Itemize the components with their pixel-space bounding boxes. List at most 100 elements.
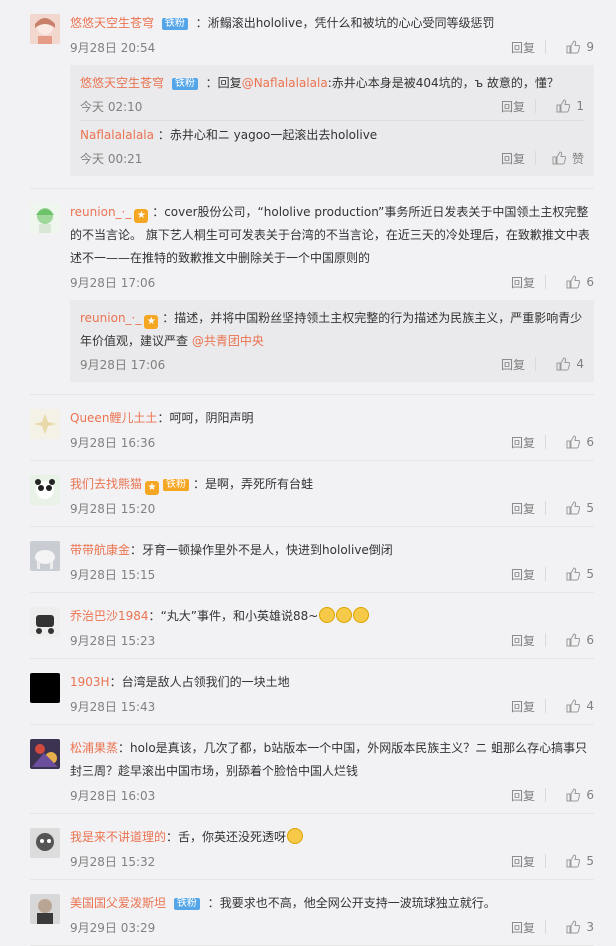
colon: ： (166, 830, 179, 844)
username-link[interactable]: 我们去找熊猫 (70, 477, 142, 491)
reply-button[interactable]: 回复 (511, 787, 535, 804)
username-link[interactable]: 悠悠天空生苍穹 (80, 76, 164, 90)
thumbs-up-icon (566, 275, 581, 289)
username-link[interactable]: Queen鲤儿土土 (70, 411, 157, 425)
comment-text: 淅鳎滚出hololive，凭什么和被坑的心心受同等级惩罚 (207, 16, 495, 30)
comment-meta: 9月28日 20:54 回复 9 (70, 35, 594, 59)
like-button[interactable]: 6 (556, 435, 594, 449)
member-crown-icon: ★ (144, 315, 159, 329)
like-button[interactable]: 6 (556, 275, 594, 289)
mention-link[interactable]: @共青团中央 (192, 334, 264, 348)
timestamp: 9月28日 16:03 (70, 788, 156, 803)
reply-button[interactable]: 回复 (511, 434, 535, 451)
colon: ： (148, 609, 161, 623)
reply-button[interactable]: 回复 (501, 150, 525, 167)
comment-text: cover股份公司，“hololive production”事务所近日发表关于… (70, 205, 590, 265)
divider (545, 633, 546, 647)
username-link[interactable]: 带带航康金 (70, 543, 130, 557)
like-count: 5 (586, 567, 594, 581)
reply-item: Naflalalalala ：赤井心和ニ yagoo一起滚出去hololive … (80, 121, 584, 172)
timestamp: 今天 00:21 (80, 151, 143, 166)
divider (545, 40, 546, 54)
reply-button[interactable]: 回复 (511, 632, 535, 649)
reply-button[interactable]: 回复 (501, 356, 525, 373)
reply-button[interactable]: 回复 (511, 566, 535, 583)
avatar[interactable] (30, 673, 60, 703)
thumbs-up-icon (556, 357, 571, 371)
reply-button[interactable]: 回复 (511, 500, 535, 517)
reply-button[interactable]: 回复 (511, 39, 535, 56)
fan-badge[interactable]: 铁粉 (161, 18, 188, 30)
colon: ： (207, 896, 220, 910)
fan-badge[interactable]: 铁粉 (163, 479, 190, 491)
like-count: 1 (576, 99, 584, 113)
like-button[interactable]: 1 (546, 99, 584, 113)
fan-badge[interactable]: 铁粉 (171, 78, 198, 90)
comment-text: 是啊，弄死所有台蛙 (205, 477, 314, 491)
timestamp: 9月28日 15:43 (70, 699, 156, 714)
timestamp: 9月28日 20:54 (70, 40, 156, 55)
username-link[interactable]: Naflalalalala (80, 128, 154, 142)
reply-button[interactable]: 回复 (501, 98, 525, 115)
divider (535, 99, 536, 113)
reply-button[interactable]: 回复 (511, 853, 535, 870)
thumbs-up-icon (566, 699, 581, 713)
comment-text-line: 悠悠天空生苍穹 铁粉 ：淅鳎滚出hololive，凭什么和被坑的心心受同等级惩罚 (70, 12, 594, 35)
username-link[interactable]: 1903H (70, 675, 110, 689)
divider (545, 854, 546, 868)
like-button[interactable]: 赞 (546, 150, 584, 167)
avatar[interactable] (30, 14, 60, 44)
comment-item: 美国国父爱泼斯坦 铁粉 ：我要求也不高，他全网公开支持一波琉球独立就行。 9月2… (30, 880, 594, 946)
like-count: 6 (586, 275, 594, 289)
like-button[interactable]: 4 (556, 699, 594, 713)
reply-button[interactable]: 回复 (511, 919, 535, 936)
avatar[interactable] (30, 607, 60, 637)
username-link[interactable]: 悠悠天空生苍穹 (70, 16, 154, 30)
avatar[interactable] (30, 475, 60, 505)
like-button[interactable]: 3 (556, 920, 594, 934)
thumbs-up-icon (566, 40, 581, 54)
like-count: 4 (576, 357, 584, 371)
avatar[interactable] (30, 541, 60, 571)
thumbs-up-icon (556, 99, 571, 113)
username-link[interactable]: 乔治巴沙1984 (70, 609, 149, 623)
avatar[interactable] (30, 828, 60, 858)
thumbs-up-icon (566, 920, 581, 934)
timestamp: 9月29日 03:29 (70, 920, 156, 935)
thumbs-up-icon (566, 633, 581, 647)
divider (545, 567, 546, 581)
mention-link[interactable]: @Naflalalalala (242, 76, 328, 90)
username-link[interactable]: 我是来不讲道理的 (70, 830, 166, 844)
like-button[interactable]: 5 (556, 854, 594, 868)
comment-item: reunion_·_ ★ ：cover股份公司，“hololive product… (30, 189, 594, 395)
username-link[interactable]: reunion_·_ (80, 311, 141, 325)
like-button[interactable]: 6 (556, 788, 594, 802)
like-button[interactable]: 4 (546, 357, 584, 371)
avatar[interactable] (30, 203, 60, 233)
colon: ： (195, 16, 208, 30)
comment-list: 悠悠天空生苍穹 铁粉 ：淅鳎滚出hololive，凭什么和被坑的心心受同等级惩罚… (0, 0, 616, 946)
like-count: 9 (586, 40, 594, 54)
like-button[interactable]: 5 (556, 567, 594, 581)
colon: ： (193, 477, 206, 491)
like-button[interactable]: 9 (556, 40, 594, 54)
reply-item: 悠悠天空生苍穹 铁粉 ：回复@Naflalalalala:赤井心本身是被404坑… (80, 69, 584, 121)
divider (545, 501, 546, 515)
reply-button[interactable]: 回复 (511, 274, 535, 291)
avatar[interactable] (30, 739, 60, 769)
reply-prefix: ：回复 (205, 76, 242, 90)
like-button[interactable]: 6 (556, 633, 594, 647)
comment-item: 我们去找熊猫 ★ 铁粉 ：是啊，弄死所有台蛙 9月28日 15:20 回复 5 (30, 461, 594, 527)
colon: ： (118, 741, 131, 755)
thumbs-up-icon (566, 501, 581, 515)
divider (545, 788, 546, 802)
reply-button[interactable]: 回复 (511, 698, 535, 715)
username-link[interactable]: 美国国父爱泼斯坦 (70, 896, 166, 910)
reply-item: reunion_·_ ★ ：描述，并将中国粉丝坚持领土主权完整的行为描述为民族主义… (80, 304, 584, 378)
avatar[interactable] (30, 409, 60, 439)
fan-badge[interactable]: 铁粉 (173, 898, 200, 910)
username-link[interactable]: 松浦果蒸 (70, 741, 118, 755)
avatar[interactable] (30, 894, 60, 924)
username-link[interactable]: reunion_·_ (70, 205, 131, 219)
like-button[interactable]: 5 (556, 501, 594, 515)
